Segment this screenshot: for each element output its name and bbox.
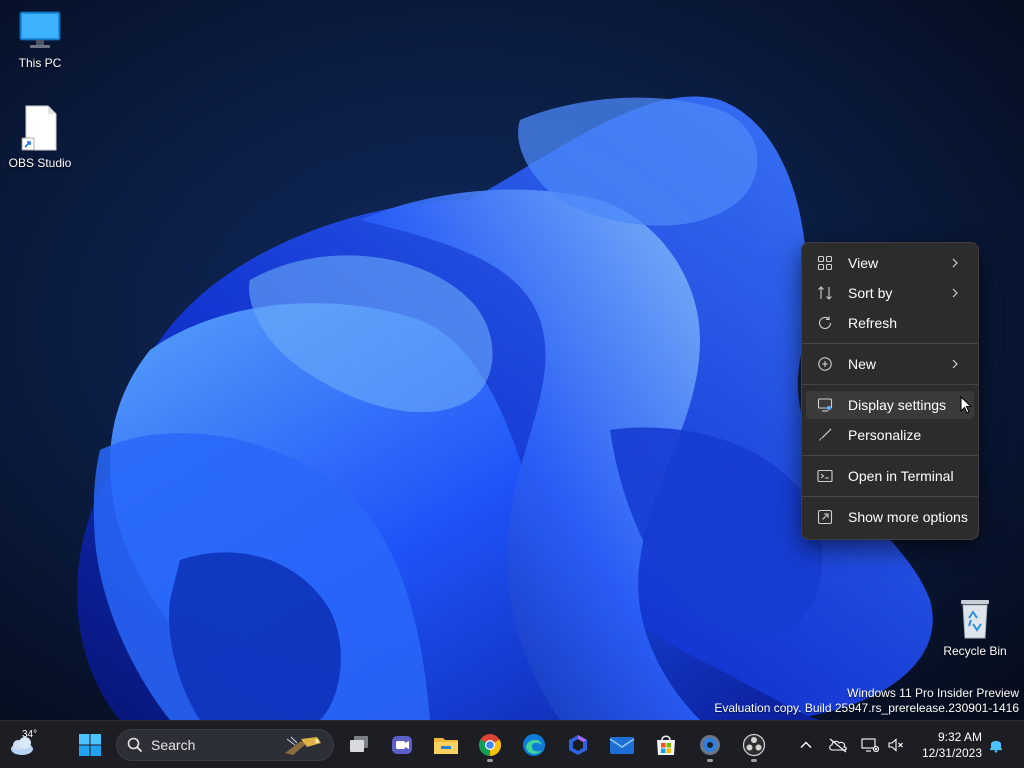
menu-item-label: Personalize — [848, 427, 922, 443]
monitor-icon — [19, 11, 61, 48]
taskbar-obs[interactable] — [736, 727, 772, 763]
search-label: Search — [151, 737, 196, 753]
desktop-icon-this-pc[interactable]: This PC — [0, 8, 80, 70]
menu-separator — [802, 384, 978, 385]
running-indicator — [707, 759, 713, 762]
taskbar-store[interactable] — [648, 727, 684, 763]
evaluation-watermark: Windows 11 Pro Insider Preview Evaluatio… — [714, 686, 1019, 716]
desktop-icon-label: OBS Studio — [8, 156, 72, 170]
watermark-line-1: Windows 11 Pro Insider Preview — [847, 686, 1019, 700]
watermark-line-2: Evaluation copy. Build 25947.rs_prerelea… — [714, 701, 1019, 715]
windows-logo-icon — [79, 734, 101, 756]
running-indicator — [751, 759, 757, 762]
menu-item-refresh[interactable]: Refresh — [806, 309, 974, 337]
plus-circle-icon — [816, 355, 834, 373]
notification-button[interactable] — [986, 735, 1006, 755]
expand-icon — [816, 508, 834, 526]
menu-item-label: Sort by — [848, 285, 893, 301]
document-shortcut-icon — [21, 105, 57, 151]
desktop-icon-obs-studio[interactable]: OBS Studio — [0, 104, 80, 170]
bell-icon — [990, 741, 1002, 753]
menu-item-sort-by[interactable]: Sort by — [806, 279, 974, 307]
menu-item-personalize[interactable]: Personalize — [806, 421, 974, 449]
terminal-icon — [816, 467, 834, 485]
chevron-right-icon — [952, 258, 958, 268]
taskbar-file-explorer[interactable] — [428, 727, 464, 763]
task-view-icon — [350, 736, 368, 752]
tray-network[interactable] — [860, 735, 880, 755]
menu-item-label: Display settings — [848, 397, 947, 413]
volume-muted-icon — [888, 738, 903, 752]
video-call-icon — [392, 736, 412, 754]
chevron-right-icon — [952, 359, 958, 369]
brush-icon — [816, 426, 834, 444]
refresh-icon — [816, 314, 834, 332]
tray-onedrive-offline[interactable] — [828, 735, 848, 755]
chevron-right-icon — [952, 288, 958, 298]
taskbar-task-view[interactable] — [341, 727, 377, 763]
menu-separator — [802, 455, 978, 456]
obs-icon — [742, 733, 766, 757]
taskbar-settings[interactable] — [692, 727, 728, 763]
search-icon — [127, 737, 143, 753]
desktop-context-menu: View Sort by Refresh New Display setting… — [801, 242, 979, 540]
menu-item-label: New — [848, 356, 877, 372]
tray-volume[interactable] — [886, 735, 906, 755]
taskbar: 34° Search 9:32 AM 12/31/2023 — [0, 720, 1024, 768]
taskbar-search[interactable]: Search — [116, 729, 334, 761]
show-hidden-icons[interactable] — [796, 735, 816, 755]
menu-item-show-more-options[interactable]: Show more options — [806, 503, 974, 531]
copilot-icon — [569, 735, 587, 755]
mail-icon — [609, 737, 635, 754]
menu-separator — [802, 496, 978, 497]
desktop-icon-recycle-bin[interactable]: Recycle Bin — [935, 596, 1015, 658]
edge-icon — [523, 734, 545, 756]
menu-item-view[interactable]: View — [806, 249, 974, 277]
taskbar-clock[interactable]: 9:32 AM 12/31/2023 — [922, 729, 982, 761]
taskbar-chrome[interactable] — [472, 727, 508, 763]
store-icon — [657, 735, 675, 755]
running-indicator — [487, 759, 493, 762]
taskbar-meet[interactable] — [384, 727, 420, 763]
folder-icon — [434, 738, 458, 754]
weather-temperature: 34° — [22, 729, 38, 740]
taskbar-copilot[interactable] — [560, 727, 596, 763]
clock-time: 9:32 AM — [937, 730, 982, 744]
menu-item-new[interactable]: New — [806, 350, 974, 378]
grid-icon — [816, 254, 834, 272]
display-icon — [816, 396, 834, 414]
mouse-cursor-icon — [960, 396, 972, 414]
menu-item-open-in-terminal[interactable]: Open in Terminal — [806, 462, 974, 490]
desktop-icon-label: This PC — [18, 56, 62, 70]
menu-item-display-settings[interactable]: Display settings — [806, 391, 974, 419]
taskbar-mail[interactable] — [604, 727, 640, 763]
taskbar-edge[interactable] — [516, 727, 552, 763]
chevron-up-icon — [800, 741, 812, 748]
desktop-icon-label: Recycle Bin — [943, 644, 1007, 658]
menu-item-label: Open in Terminal — [848, 468, 954, 484]
search-highlight-icon — [285, 736, 321, 755]
network-disconnected-icon — [861, 738, 879, 753]
sort-icon — [816, 284, 834, 302]
clock-date: 12/31/2023 — [921, 746, 982, 760]
menu-item-label: Refresh — [848, 315, 898, 331]
gear-icon — [700, 735, 720, 755]
menu-separator — [802, 343, 978, 344]
cloud-offline-icon — [829, 738, 847, 753]
menu-item-label: View — [848, 255, 879, 271]
menu-item-label: Show more options — [848, 509, 968, 525]
start-button[interactable] — [72, 727, 108, 763]
recycle-bin-icon — [961, 600, 989, 639]
chrome-icon — [479, 734, 501, 756]
